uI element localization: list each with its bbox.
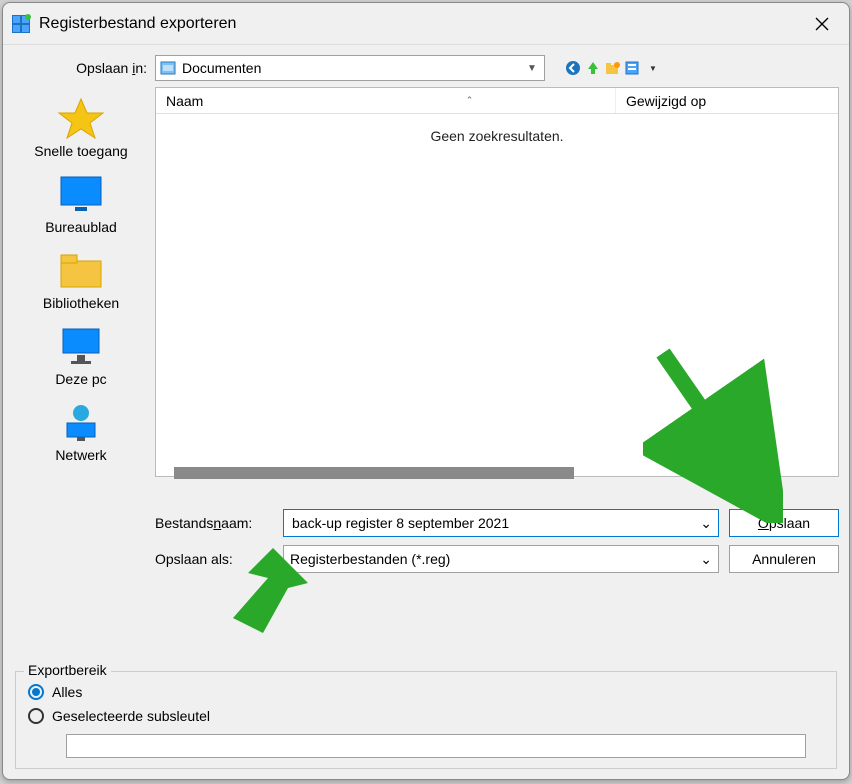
main-area: Naam ⌃ Gewijzigd op Geen zoekresultaten.… [155, 87, 849, 669]
view-menu-arrow-icon[interactable]: ▼ [645, 60, 661, 76]
export-dialog: Registerbestand exporteren Opslaan in: D… [2, 2, 850, 780]
subkey-path-input[interactable] [66, 734, 806, 758]
dialog-body: Snelle toegang Bureaublad Bibliotheken D… [3, 87, 849, 669]
radio-icon [28, 708, 44, 724]
horizontal-scrollbar-thumb[interactable] [174, 467, 574, 479]
chevron-down-icon[interactable]: ⌄ [700, 515, 712, 532]
column-header-name[interactable]: Naam ⌃ [156, 88, 616, 113]
new-folder-icon[interactable] [605, 60, 621, 76]
sidebar-item-label: Bureaublad [45, 219, 117, 235]
network-icon [57, 401, 105, 443]
save-in-row: Opslaan in: Documenten ▼ ▼ [3, 45, 849, 87]
sidebar-item-network[interactable]: Netwerk [7, 397, 155, 473]
regedit-icon [11, 14, 31, 34]
back-icon[interactable] [565, 60, 581, 76]
saveas-label: Opslaan als: [155, 551, 273, 567]
saveas-combobox[interactable]: Registerbestanden (*.reg) ⌄ [283, 545, 719, 573]
sidebar-item-libraries[interactable]: Bibliotheken [7, 245, 155, 321]
radio-all[interactable]: Alles [26, 680, 826, 704]
radio-selected-branch[interactable]: Geselecteerde subsleutel [26, 704, 826, 728]
up-icon[interactable] [585, 60, 601, 76]
cancel-button[interactable]: Annuleren [729, 545, 839, 573]
save-in-value: Documenten [182, 60, 524, 76]
view-menu-icon[interactable] [625, 60, 641, 76]
saveas-value: Registerbestanden (*.reg) [290, 551, 700, 567]
close-button[interactable] [803, 9, 841, 39]
sidebar-item-label: Deze pc [55, 371, 106, 387]
save-button[interactable]: Opslaan [729, 509, 839, 537]
export-range-groupbox: Exportbereik Alles Geselecteerde subsleu… [15, 671, 837, 769]
listview-empty-message: Geen zoekresultaten. [156, 114, 838, 144]
radio-icon [28, 684, 44, 700]
chevron-down-icon: ▼ [524, 63, 540, 74]
nav-toolbar: ▼ [565, 60, 661, 76]
form-rows: Bestandsnaam: ⌄ Opslaan Opslaan als: Reg… [155, 477, 839, 591]
save-in-label: Opslaan in: [15, 60, 147, 76]
filename-label: Bestandsnaam: [155, 515, 273, 531]
folder-icon [57, 249, 105, 291]
chevron-down-icon[interactable]: ⌄ [700, 551, 712, 568]
monitor-icon [57, 325, 105, 367]
saveas-row: Opslaan als: Registerbestanden (*.reg) ⌄… [155, 541, 839, 577]
radio-all-label: Alles [52, 684, 82, 700]
window-title: Registerbestand exporteren [39, 15, 803, 33]
sidebar-item-label: Netwerk [55, 447, 106, 463]
save-in-dropdown[interactable]: Documenten ▼ [155, 55, 545, 81]
sidebar-item-label: Bibliotheken [43, 295, 119, 311]
sidebar-item-this-pc[interactable]: Deze pc [7, 321, 155, 397]
star-icon [57, 97, 105, 139]
export-range-legend: Exportbereik [24, 662, 111, 678]
sidebar-item-label: Snelle toegang [34, 143, 127, 159]
file-listview[interactable]: Naam ⌃ Gewijzigd op Geen zoekresultaten. [155, 87, 839, 477]
desktop-icon [57, 173, 105, 215]
listview-header: Naam ⌃ Gewijzigd op [156, 88, 838, 114]
filename-input[interactable] [290, 514, 700, 532]
filename-row: Bestandsnaam: ⌄ Opslaan [155, 505, 839, 541]
sidebar-item-quick-access[interactable]: Snelle toegang [7, 93, 155, 169]
column-header-modified[interactable]: Gewijzigd op [616, 88, 838, 113]
sort-arrow-icon: ⌃ [466, 95, 605, 106]
documents-icon [160, 60, 176, 76]
places-sidebar: Snelle toegang Bureaublad Bibliotheken D… [7, 87, 155, 669]
sidebar-item-desktop[interactable]: Bureaublad [7, 169, 155, 245]
filename-combobox[interactable]: ⌄ [283, 509, 719, 537]
radio-selected-label: Geselecteerde subsleutel [52, 708, 210, 724]
titlebar: Registerbestand exporteren [3, 3, 849, 45]
